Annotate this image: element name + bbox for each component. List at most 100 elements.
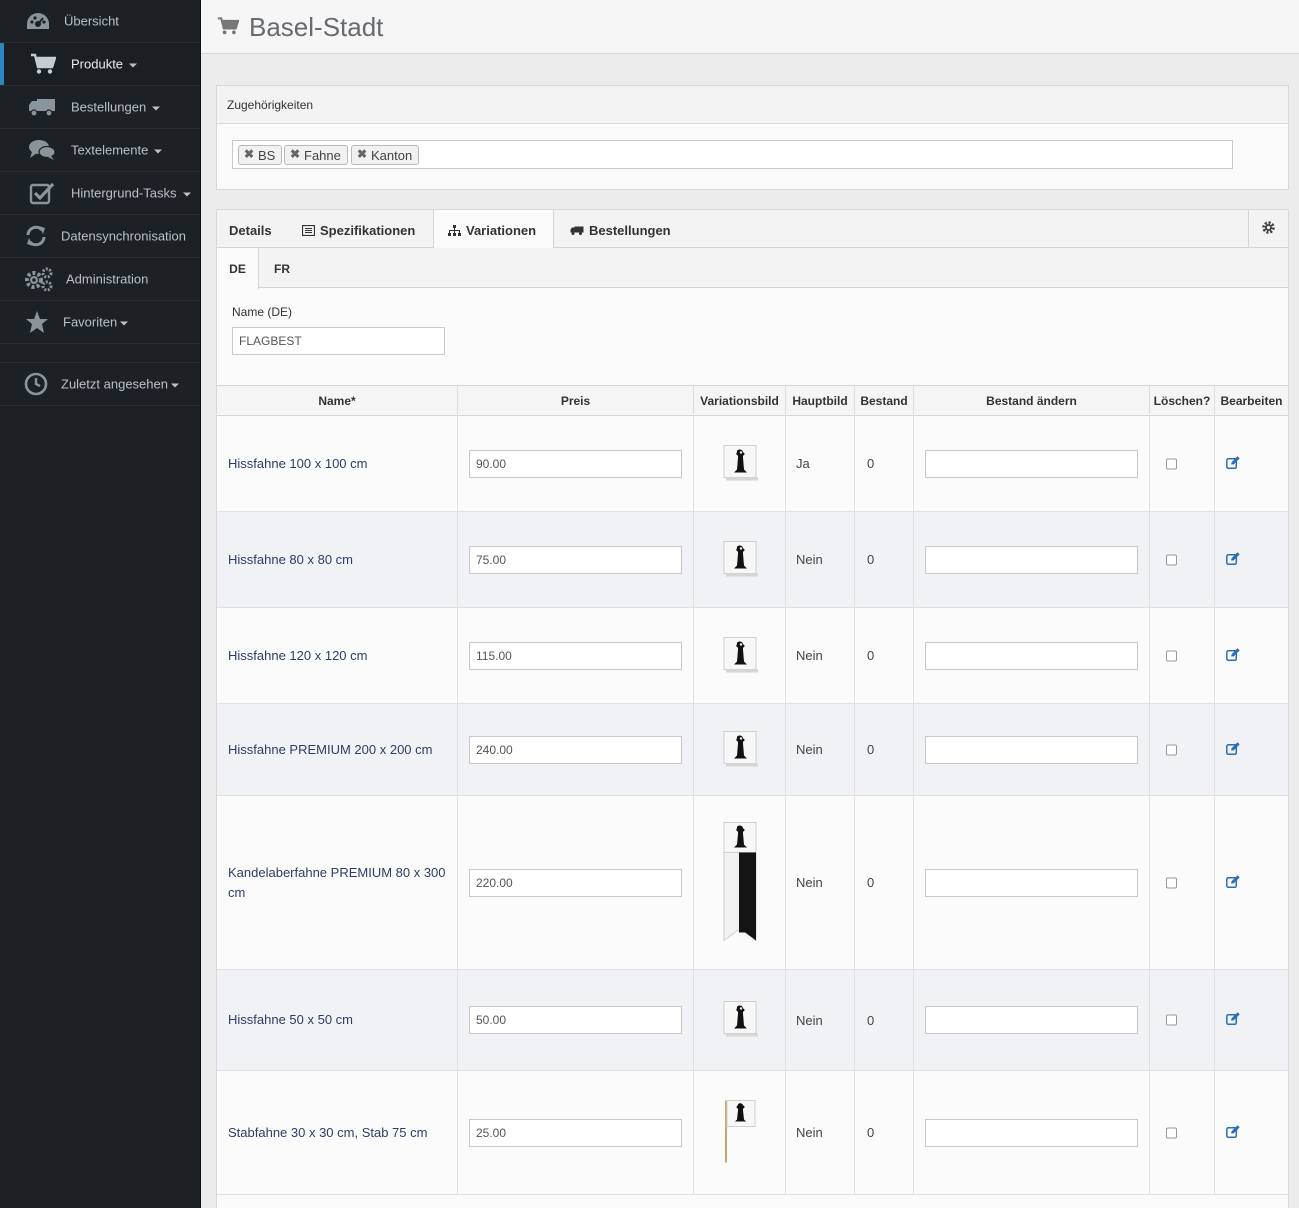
table-row: Stabfahne 30 x 30 cm, Stab 75 cm Nein0 — [217, 1071, 1288, 1195]
sidebar-item-label: Produkte — [71, 56, 124, 72]
delete-checkbox[interactable] — [1166, 744, 1177, 755]
tab-variationen[interactable]: Variationen — [433, 210, 554, 249]
main-content: Basel-Stadt Zugehörigkeiten ✖ BS ✖ Fahne ✖… — [201, 0, 1299, 1208]
truck-icon — [570, 224, 584, 239]
dashboard-icon — [24, 10, 52, 32]
column-header-bestand: Bestand — [854, 386, 913, 417]
tags-input[interactable]: ✖ BS ✖ Fahne ✖ Kanton — [232, 140, 1233, 169]
flag-thumbnail-image[interactable] — [722, 729, 758, 770]
price-input[interactable] — [469, 545, 682, 574]
remove-tag-icon[interactable]: ✖ — [290, 147, 300, 161]
price-cell — [457, 704, 693, 795]
bestand-cell: 0 — [854, 512, 913, 607]
bestand-aendern-cell — [913, 796, 1149, 969]
bestand-aendern-cell — [913, 704, 1149, 795]
edit-cell — [1214, 1071, 1288, 1194]
sidebar-item-administration[interactable]: Administration — [0, 258, 200, 301]
flag-thumbnail-image[interactable] — [722, 539, 758, 580]
hauptbild-cell: Nein — [785, 970, 854, 1070]
page-title: Basel-Stadt — [249, 12, 384, 42]
variation-name-cell: Hissfahne 120 x 120 cm — [217, 608, 457, 703]
refresh-icon — [24, 224, 48, 248]
flag-thumbnail-image[interactable] — [722, 820, 758, 945]
variation-name: Hissfahne PREMIUM 200 x 200 cm — [228, 741, 433, 757]
table-row: Hissfahne 80 x 80 cm Nein0 — [217, 512, 1288, 608]
price-cell — [457, 416, 693, 511]
table-header: Name* Preis Variationsbild Hauptbild Bes… — [217, 385, 1288, 417]
hauptbild-cell: Nein — [785, 796, 854, 969]
bestand-aendern-input[interactable] — [925, 545, 1138, 574]
edit-icon[interactable] — [1226, 647, 1240, 664]
tab-bestellungen[interactable]: Bestellungen — [570, 210, 671, 248]
variation-name-cell: Hissfahne 100 x 100 cm — [217, 416, 457, 511]
price-input[interactable] — [469, 449, 682, 478]
tag-kanton: ✖ Kanton — [351, 145, 420, 165]
settings-button[interactable] — [1248, 210, 1288, 248]
sidebar-item-favoriten[interactable]: Favoriten — [0, 301, 200, 344]
bestand-aendern-cell — [913, 512, 1149, 607]
tab-lang-fr[interactable]: FR — [259, 248, 305, 288]
flag-thumbnail-image[interactable] — [722, 1098, 758, 1167]
edit-icon[interactable] — [1226, 1124, 1240, 1141]
flag-thumbnail-image[interactable] — [722, 443, 758, 484]
caret-down-icon — [154, 149, 163, 154]
price-input[interactable] — [469, 1118, 682, 1147]
price-input[interactable] — [469, 868, 682, 897]
price-input[interactable] — [469, 1006, 682, 1034]
sidebar-item-label: Textelemente — [71, 142, 149, 158]
delete-checkbox[interactable] — [1166, 1014, 1177, 1026]
bestand-aendern-cell — [913, 416, 1149, 511]
table-row: Hissfahne 100 x 100 cm Ja0 — [217, 416, 1288, 512]
zugehoerigkeiten-panel: Zugehörigkeiten ✖ BS ✖ Fahne ✖ Kanton — [216, 85, 1289, 190]
edit-icon[interactable] — [1226, 1012, 1240, 1028]
table-row: Hissfahne 120 x 120 cm Nein0 — [217, 608, 1288, 704]
edit-icon[interactable] — [1226, 551, 1240, 568]
sidebar: Übersicht Produkte Bestellungen Textelem… — [0, 0, 201, 1208]
edit-icon[interactable] — [1226, 874, 1240, 891]
delete-checkbox[interactable] — [1166, 458, 1177, 469]
sidebar-item-uebersicht[interactable]: Übersicht — [0, 0, 200, 43]
name-de-input[interactable] — [232, 327, 445, 355]
tab-details[interactable]: Details — [229, 210, 272, 248]
bestand-aendern-input[interactable] — [925, 1118, 1138, 1147]
flag-thumbnail-image[interactable] — [722, 635, 758, 676]
bestand-aendern-input[interactable] — [925, 449, 1138, 478]
hauptbild-cell: Nein — [785, 512, 854, 607]
tab-spezifikationen[interactable]: Spezifikationen — [301, 210, 415, 248]
flag-thumbnail-image[interactable] — [722, 1000, 758, 1041]
bestand-aendern-input[interactable] — [925, 1006, 1138, 1034]
sidebar-item-produkte[interactable]: Produkte — [0, 43, 200, 86]
variation-image-cell — [693, 512, 785, 607]
sidebar-item-datensynchronisation[interactable]: Datensynchronisation — [0, 215, 200, 258]
variation-image-cell — [693, 796, 785, 969]
sidebar-item-bestellungen[interactable]: Bestellungen — [0, 86, 200, 129]
loeschen-cell — [1149, 512, 1214, 607]
delete-checkbox[interactable] — [1166, 877, 1177, 888]
bestand-aendern-input[interactable] — [925, 641, 1138, 670]
edit-icon[interactable] — [1226, 455, 1240, 472]
delete-checkbox[interactable] — [1166, 1127, 1177, 1138]
tab-lang-de[interactable]: DE — [217, 248, 259, 289]
delete-checkbox[interactable] — [1166, 554, 1177, 565]
bestand-aendern-input[interactable] — [925, 868, 1138, 897]
gear-icon — [1261, 220, 1276, 238]
sidebar-item-label: Hintergrund-Tasks — [71, 185, 177, 201]
edit-icon[interactable] — [1226, 741, 1240, 758]
sidebar-item-hintergrund-tasks[interactable]: Hintergrund-Tasks — [0, 172, 200, 215]
remove-tag-icon[interactable]: ✖ — [357, 147, 367, 161]
variation-image-cell — [693, 704, 785, 795]
sidebar-item-textelemente[interactable]: Textelemente — [0, 129, 200, 172]
bestand-aendern-input[interactable] — [925, 735, 1138, 764]
delete-checkbox[interactable] — [1166, 650, 1177, 661]
price-input[interactable] — [469, 735, 682, 764]
star-icon — [25, 310, 49, 334]
price-cell — [457, 1071, 693, 1194]
caret-down-icon — [182, 192, 191, 197]
loeschen-cell — [1149, 970, 1214, 1070]
variation-image-cell — [693, 970, 785, 1070]
variation-name-cell: Kandelaberfahne PREMIUM 80 x 300 cm — [217, 796, 457, 969]
bestand-cell: 0 — [854, 796, 913, 969]
price-input[interactable] — [469, 641, 682, 670]
remove-tag-icon[interactable]: ✖ — [244, 147, 254, 161]
sidebar-item-zuletzt-angesehen[interactable]: Zuletzt angesehen — [0, 362, 200, 406]
